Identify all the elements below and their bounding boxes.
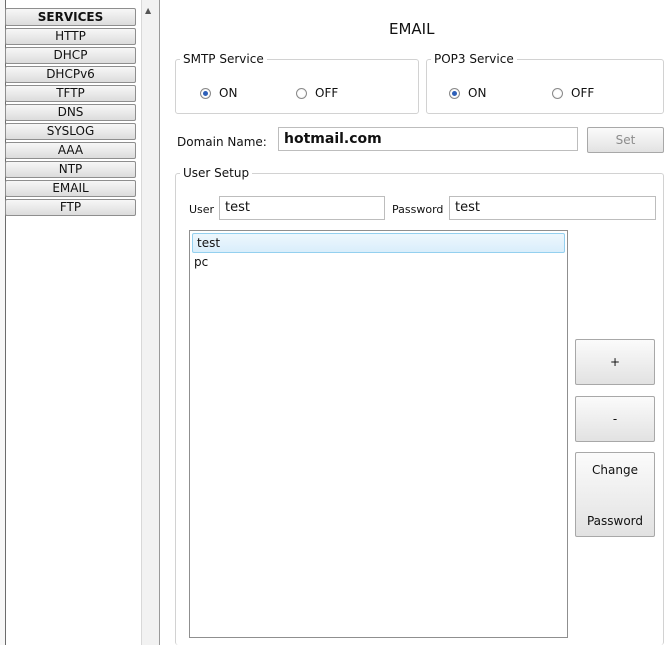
- password-label: Password: [392, 203, 444, 216]
- services-list: SERVICES HTTP DHCP DHCPv6 TFTP DNS SYSLO…: [5, 8, 141, 218]
- pop3-service-legend: POP3 Service: [434, 52, 514, 66]
- domain-name-input[interactable]: hotmail.com: [278, 127, 578, 151]
- sidebar-scrollbar[interactable]: ▲: [141, 0, 159, 645]
- radio-selected-icon: [449, 87, 460, 99]
- smtp-off-radio[interactable]: OFF: [296, 86, 338, 100]
- set-domain-button[interactable]: Set: [587, 127, 664, 153]
- service-dhcp-button[interactable]: DHCP: [5, 47, 136, 64]
- service-tftp-button[interactable]: TFTP: [5, 85, 136, 102]
- user-setup-legend: User Setup: [183, 166, 250, 180]
- services-sidebar: SERVICES HTTP DHCP DHCPv6 TFTP DNS SYSLO…: [0, 0, 160, 645]
- password-input[interactable]: test: [449, 196, 656, 220]
- scroll-up-arrow-icon[interactable]: ▲: [145, 6, 151, 15]
- pop3-on-label: ON: [468, 86, 487, 100]
- smtp-on-radio[interactable]: ON: [200, 86, 237, 100]
- service-dns-button[interactable]: DNS: [5, 104, 136, 121]
- radio-unselected-icon: [552, 87, 563, 99]
- smtp-service-group: SMTP Service: [175, 52, 419, 114]
- add-user-button[interactable]: +: [575, 339, 655, 385]
- change-password-button[interactable]: Change Password: [575, 452, 655, 537]
- service-dhcpv6-button[interactable]: DHCPv6: [5, 66, 136, 83]
- user-input[interactable]: test: [219, 196, 385, 220]
- radio-unselected-icon: [296, 87, 307, 99]
- user-label: User: [189, 203, 215, 216]
- service-http-button[interactable]: HTTP: [5, 28, 136, 45]
- pop3-on-radio[interactable]: ON: [449, 86, 486, 100]
- smtp-on-label: ON: [219, 86, 238, 100]
- remove-user-button[interactable]: -: [575, 396, 655, 442]
- page-title: EMAIL: [389, 20, 435, 38]
- user-list[interactable]: test pc: [189, 230, 568, 638]
- email-panel: EMAIL SMTP Service ON OFF POP3 Service O…: [161, 0, 664, 645]
- service-email-button[interactable]: EMAIL: [5, 180, 136, 197]
- list-item[interactable]: test: [192, 233, 565, 253]
- list-item[interactable]: pc: [190, 253, 567, 273]
- service-ftp-button[interactable]: FTP: [5, 199, 136, 216]
- smtp-off-label: OFF: [315, 86, 339, 100]
- radio-selected-icon: [200, 87, 211, 99]
- smtp-service-legend: SMTP Service: [183, 52, 264, 66]
- pop3-off-label: OFF: [571, 86, 595, 100]
- domain-name-label: Domain Name:: [177, 135, 267, 149]
- pop3-service-group: POP3 Service: [426, 52, 664, 114]
- service-ntp-button[interactable]: NTP: [5, 161, 136, 178]
- services-header: SERVICES: [5, 8, 136, 26]
- change-password-label-line2: Password: [586, 514, 644, 528]
- change-password-label-line1: Change: [592, 463, 638, 477]
- service-syslog-button[interactable]: SYSLOG: [5, 123, 136, 140]
- service-aaa-button[interactable]: AAA: [5, 142, 136, 159]
- pop3-off-radio[interactable]: OFF: [552, 86, 594, 100]
